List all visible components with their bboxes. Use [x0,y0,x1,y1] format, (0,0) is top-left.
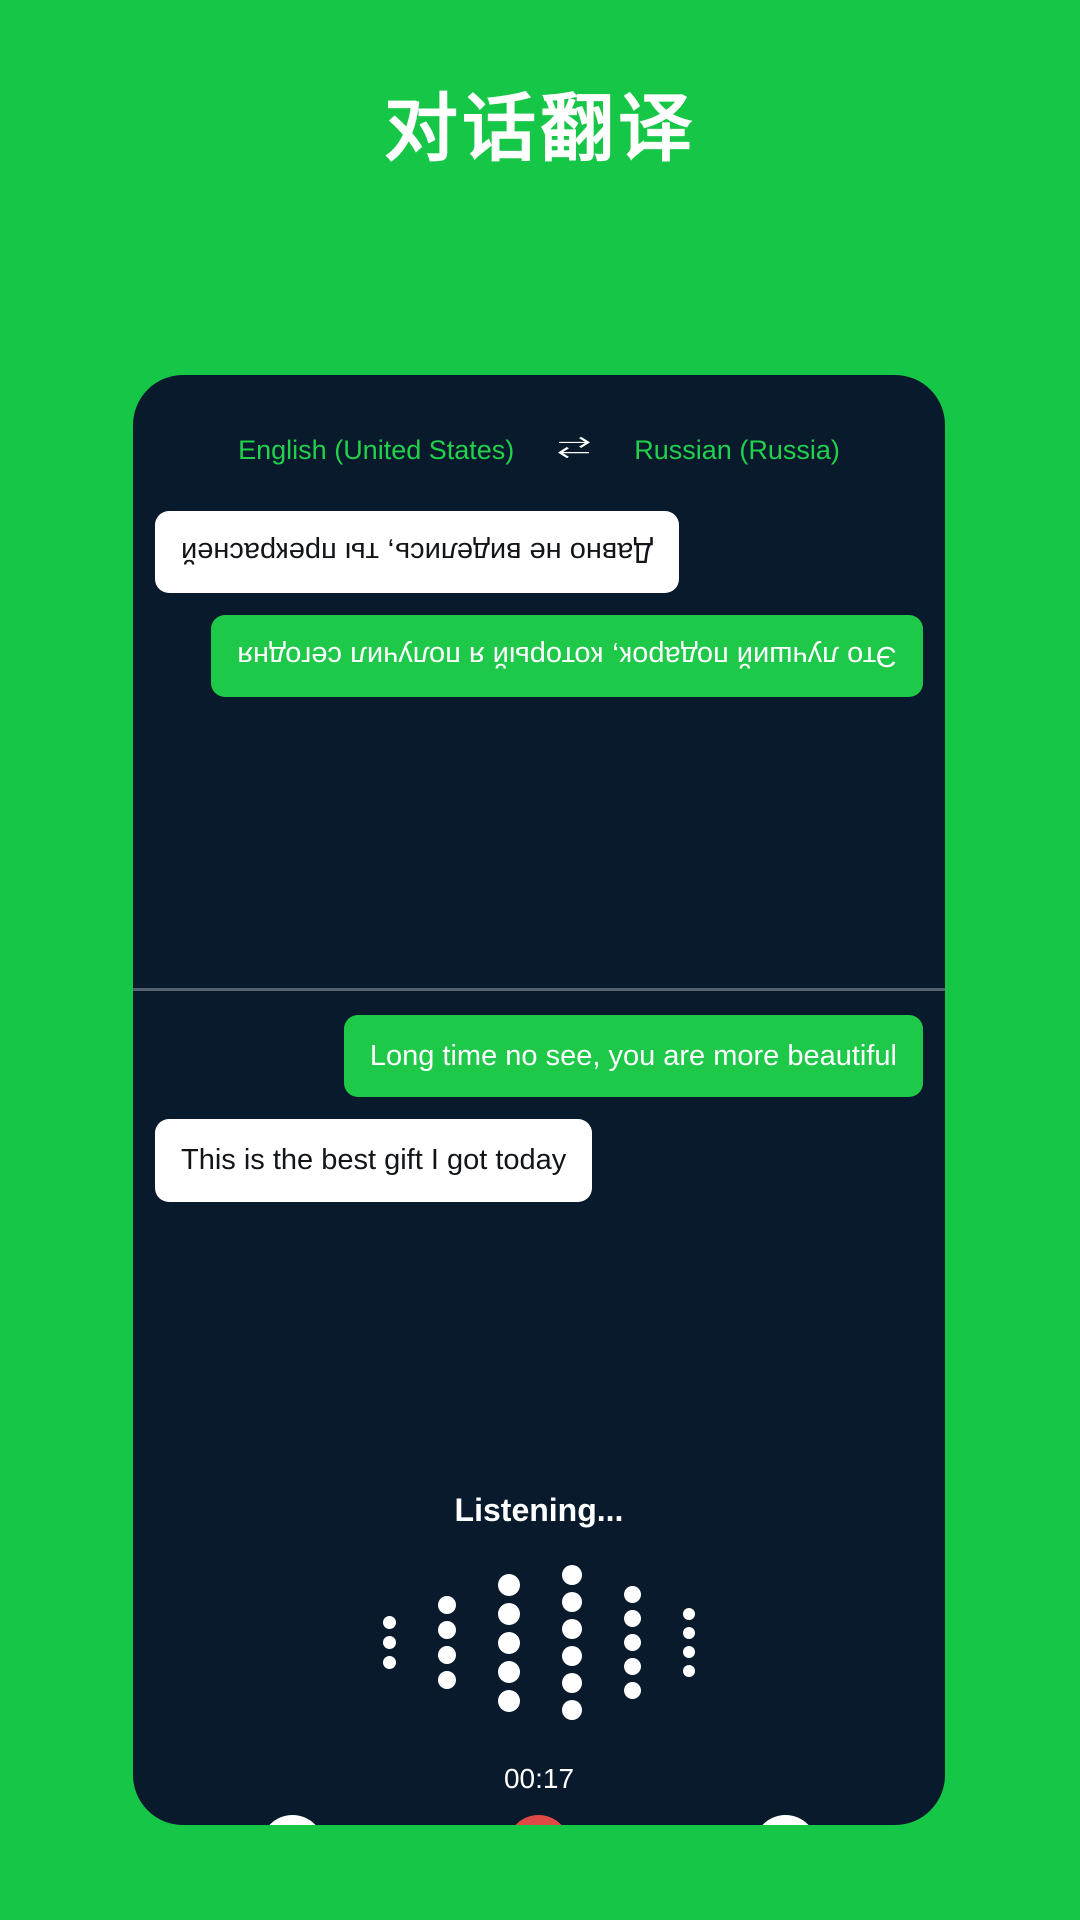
waveform-dot [498,1602,520,1625]
waveform-dot [624,1634,641,1651]
speaker-button[interactable]: Speaker is on [177,1815,407,1825]
recording-timer: 00:17 [503,1763,575,1794]
conversation-panel-top: Это лучший подарок, который я получил се… [133,475,945,988]
waveform-dot [498,1573,520,1596]
waveform-column [562,1565,582,1720]
quit-button-circle[interactable]: 文A [507,1815,571,1825]
waveform-column [624,1586,641,1699]
message-row: Это лучший подарок, который я получил се… [155,615,923,698]
waveform-column [438,1596,456,1689]
waveform-dot [683,1608,695,1620]
waveform-dot [498,1631,520,1654]
listening-status-label: Listening... [454,1492,624,1528]
waveform-dot [624,1586,641,1603]
phone-card: English (United States) Russian (Russia)… [133,375,945,1825]
message-bubble[interactable]: Давно не виделись, ты прекрасней [155,511,680,594]
speaker-button-circle[interactable] [260,1815,324,1825]
waveform-dot [438,1621,456,1639]
quit-button[interactable]: 文A Quit [424,1815,654,1825]
source-language-label[interactable]: English (United States) [238,435,514,466]
message-row: Давно не виделись, ты прекрасней [155,511,923,594]
waveform-dot [383,1656,396,1669]
audio-waveform [133,1550,945,1735]
waveform-dot [624,1658,641,1675]
waveform-column [498,1573,520,1712]
waveform-dot [383,1636,396,1649]
page-title: 对话翻译 [384,87,696,170]
waveform-dot [498,1689,520,1712]
message-row: Long time no see, you are more beautiful [155,1015,923,1098]
toggle-button-circle[interactable] [754,1815,818,1825]
waveform-column [683,1608,695,1677]
waveform-dot [438,1671,456,1689]
waveform-dot [562,1592,582,1612]
waveform-dot [562,1673,582,1693]
waveform-dot [562,1619,582,1639]
message-bubble[interactable]: This is the best gift I got today [155,1119,593,1202]
swap-horizontal-icon[interactable] [554,433,594,467]
waveform-dot [683,1646,695,1658]
waveform-dot [383,1616,396,1629]
target-language-label[interactable]: Russian (Russia) [634,435,840,466]
waveform-dot [438,1596,456,1614]
toggle-button[interactable]: Toggle [671,1815,901,1825]
language-selector-bar: English (United States) Russian (Russia) [133,433,945,467]
message-row: This is the best gift I got today [155,1119,923,1202]
waveform-dot [562,1565,582,1585]
message-bubble[interactable]: Long time no see, you are more beautiful [343,1015,923,1098]
waveform-dot [624,1610,641,1627]
waveform-dot [683,1665,695,1677]
control-bar: Speaker is on 文A Quit Toggle [133,1815,945,1825]
waveform-dot [683,1627,695,1639]
waveform-dot [562,1646,582,1666]
waveform-column [383,1616,396,1669]
conversation-panel-bottom: Long time no see, you are more beautiful… [133,991,945,1224]
waveform-dot [438,1646,456,1664]
waveform-dot [562,1700,582,1720]
waveform-dot [624,1682,641,1699]
waveform-dot [498,1660,520,1683]
message-bubble[interactable]: Это лучший подарок, который я получил се… [211,615,923,698]
